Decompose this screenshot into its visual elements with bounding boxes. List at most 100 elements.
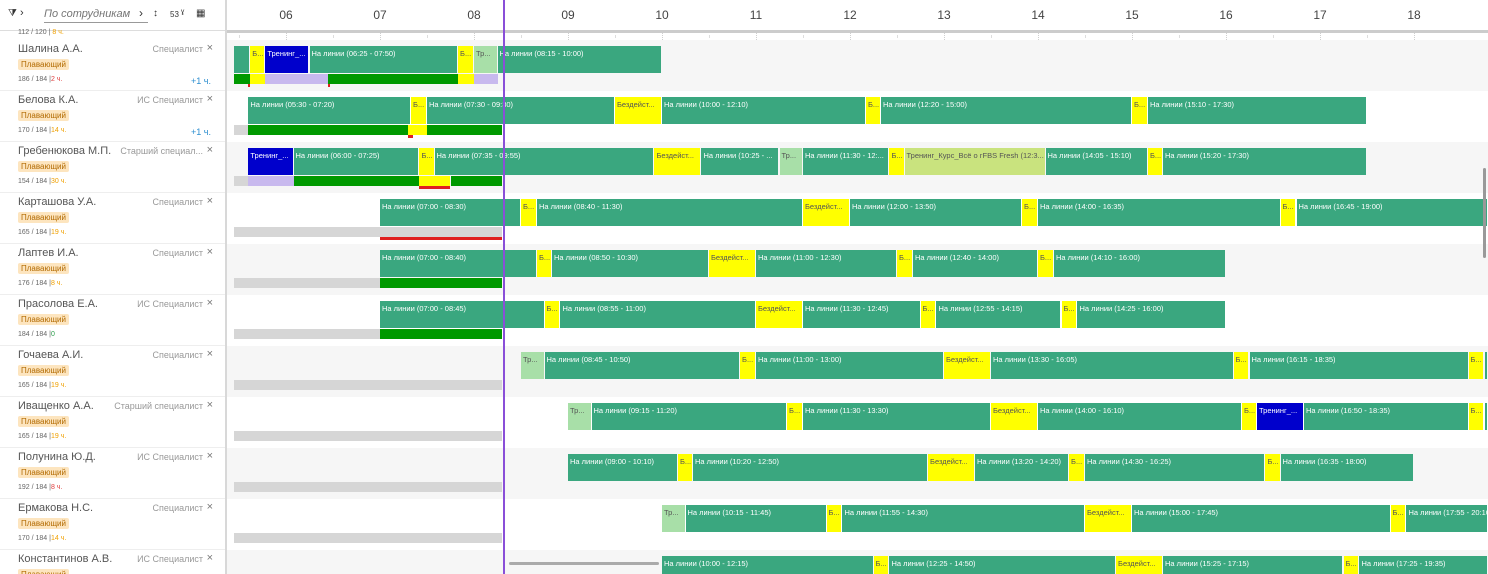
schedule-segment[interactable]: На линии (05:30 - 07:20) xyxy=(248,97,410,124)
schedule-segment[interactable]: Тр... xyxy=(474,46,497,73)
horizontal-scrollbar[interactable] xyxy=(509,562,659,565)
schedule-segment[interactable]: На линии (14:00 - 16:35) xyxy=(1038,199,1280,226)
schedule-segment[interactable]: На линии (08:40 - 11:30) xyxy=(536,199,802,226)
schedule-segment[interactable]: На линии (08:55 - 11:00) xyxy=(560,301,755,328)
employee-card[interactable]: Лаптев И.А. Специалист × Плавающий 176 / 184… xyxy=(0,244,225,295)
schedule-segment[interactable]: Б... xyxy=(458,46,473,73)
schedule-segment[interactable]: Б... xyxy=(1147,148,1162,175)
employee-card[interactable]: Прасолова Е.А. ИС Специалист × Плавающий 184… xyxy=(0,295,225,346)
employee-card[interactable]: Иващенко А.А. Старший специалист × Плавающи… xyxy=(0,397,225,448)
remove-icon[interactable]: × xyxy=(207,297,213,309)
schedule-segment[interactable]: Б... xyxy=(677,454,692,481)
schedule-segment[interactable]: На линии (11:00 - 12:30) xyxy=(756,250,896,277)
remove-icon[interactable]: × xyxy=(207,399,213,411)
schedule-segment[interactable]: Бездейст... xyxy=(803,199,849,226)
filter-icon[interactable]: ⧩ xyxy=(8,8,17,19)
remove-icon[interactable]: × xyxy=(207,246,213,258)
schedule-segment[interactable]: Б... xyxy=(1022,199,1037,226)
schedule-segment[interactable]: Б... xyxy=(419,148,434,175)
schedule-segment[interactable]: Тренинг_... xyxy=(265,46,309,73)
schedule-segment[interactable]: Б... xyxy=(1061,301,1077,328)
employee-card[interactable]: Гочаева А.И. Специалист × Плавающий 165 / 18… xyxy=(0,346,225,397)
calendar-icon[interactable]: ▦ xyxy=(196,8,205,19)
remove-icon[interactable]: × xyxy=(207,144,213,156)
remove-icon[interactable]: × xyxy=(207,552,213,564)
employee-card[interactable]: Гребенюкова М.П. Старший специал... × Плава… xyxy=(0,142,225,193)
schedule-segment[interactable]: Б... xyxy=(1280,199,1296,226)
schedule-segment[interactable]: Бездейст... xyxy=(1116,556,1163,574)
schedule-segment[interactable]: Б... xyxy=(411,97,426,124)
schedule-segment[interactable]: На линии (08:50 - 10:30) xyxy=(552,250,708,277)
schedule-segment[interactable]: На линии (13:30 - 16:05) xyxy=(991,352,1233,379)
schedule-segment[interactable]: Б... xyxy=(521,199,536,226)
schedule-segment[interactable]: Тренинг_Курс_Всё о гFBS Fresh (12:3... xyxy=(904,148,1045,175)
schedule-segment[interactable]: На линии (09:15 - 11:20) xyxy=(591,403,787,430)
schedule-segment[interactable]: На линии (11:55 - 14:30) xyxy=(842,505,1084,532)
sort-icon[interactable]: ↕ xyxy=(153,8,158,19)
schedule-segment[interactable]: Б... xyxy=(889,148,904,175)
schedule-segment[interactable]: На линии (15:00 - 17:45) xyxy=(1132,505,1390,532)
schedule-segment[interactable]: Б... xyxy=(1265,454,1280,481)
employee-card[interactable]: Ермакова Н.С. Специалист × Плавающий 170 / 1… xyxy=(0,499,225,550)
search-input[interactable] xyxy=(44,6,148,23)
schedule-segment[interactable]: Тренинг_... xyxy=(1257,403,1304,430)
schedule-segment[interactable]: На линии (11:00 - 13:00) xyxy=(756,352,943,379)
schedule-segment[interactable]: На линии (14:30 - 16:25) xyxy=(1085,454,1265,481)
schedule-segment[interactable]: На линии (10:15 - 11:45) xyxy=(685,505,826,532)
employee-card[interactable]: Шалина А.А. Специалист × Плавающий 186 / 184… xyxy=(0,40,225,91)
employee-card[interactable]: Карташова У.А. Специалист × Плавающий 165 / … xyxy=(0,193,225,244)
schedule-segment[interactable]: На линии (17:25 - 19:35) xyxy=(1359,556,1487,574)
schedule-segment[interactable]: На линии (12:20 - 15:00) xyxy=(881,97,1131,124)
schedule-segment[interactable]: На линии (07:00 - 08:40) xyxy=(380,250,536,277)
schedule-segment[interactable]: На линии (07:30 - 09:30) xyxy=(427,97,614,124)
schedule-segment[interactable]: Б... xyxy=(1038,250,1053,277)
vertical-scrollbar[interactable] xyxy=(1483,168,1486,258)
schedule-segment[interactable]: Бездейст... xyxy=(709,250,755,277)
schedule-segment[interactable]: На линии (15:10 - 17:30) xyxy=(1147,97,1366,124)
schedule-segment[interactable]: На линии (07:00 - 08:45) xyxy=(380,301,544,328)
schedule-segment[interactable] xyxy=(1484,403,1487,430)
schedule-segment[interactable]: Б... xyxy=(536,250,551,277)
schedule-segment[interactable]: На линии (08:45 - 10:50) xyxy=(544,352,740,379)
schedule-segment[interactable]: На линии (10:00 - 12:10) xyxy=(662,97,865,124)
schedule-segment[interactable]: Б... xyxy=(787,403,802,430)
schedule-segment[interactable]: Б... xyxy=(740,352,755,379)
employee-card[interactable]: Полунина Ю.Д. ИС Специалист × Плавающий 192 … xyxy=(0,448,225,499)
remove-icon[interactable]: × xyxy=(207,501,213,513)
schedule-segment[interactable]: Б... xyxy=(897,250,912,277)
schedule-segment[interactable]: Бездейст... xyxy=(654,148,701,175)
schedule-segment[interactable]: Б... xyxy=(873,556,889,574)
employee-card[interactable]: Белова К.А. ИС Специалист × Плавающий 170 / … xyxy=(0,91,225,142)
schedule-segment[interactable]: Б... xyxy=(1390,505,1406,532)
schedule-segment[interactable]: Б... xyxy=(1343,556,1359,574)
schedule-segment[interactable]: На линии (12:25 - 14:50) xyxy=(889,556,1115,574)
schedule-segment[interactable]: На линии (07:35 - 09:55) xyxy=(434,148,654,175)
schedule-segment[interactable]: На линии (10:20 - 12:50) xyxy=(693,454,928,481)
schedule-segment[interactable]: Бездейст... xyxy=(928,454,975,481)
schedule-segment[interactable]: На линии (17:55 - 20:10) xyxy=(1406,505,1487,532)
schedule-segment[interactable]: На линии (12:00 - 13:50) xyxy=(850,199,1022,226)
schedule-segment[interactable]: Бездейст... xyxy=(756,301,802,328)
schedule-segment[interactable]: Тр... xyxy=(521,352,544,379)
schedule-segment[interactable]: На линии (16:50 - 18:35) xyxy=(1304,403,1468,430)
schedule-segment[interactable]: Тренинг_... xyxy=(248,148,293,175)
schedule-segment[interactable]: На линии (08:15 - 10:00) xyxy=(497,46,661,73)
schedule-segment[interactable]: На линии (11:30 - 12:... xyxy=(803,148,889,175)
schedule-segment[interactable]: На линии (14:25 - 16:00) xyxy=(1077,301,1225,328)
schedule-segment[interactable]: На линии (16:35 - 18:00) xyxy=(1280,454,1413,481)
schedule-segment[interactable]: Бездейст... xyxy=(615,97,661,124)
schedule-segment[interactable]: Бездейст... xyxy=(944,352,990,379)
schedule-segment[interactable]: Бездейст... xyxy=(1085,505,1131,532)
schedule-segment[interactable]: На линии (10:25 - ... xyxy=(701,148,779,175)
filter-clear-icon[interactable]: ˠ xyxy=(181,8,184,19)
schedule-segment[interactable]: Б... xyxy=(1069,454,1084,481)
schedule-segment[interactable]: Б... xyxy=(1241,403,1256,430)
schedule-segment[interactable]: Б... xyxy=(1132,97,1147,124)
schedule-segment[interactable] xyxy=(234,46,250,73)
schedule-segment[interactable]: На линии (11:30 - 12:45) xyxy=(803,301,920,328)
employee-card[interactable]: Константинов А.В. ИС Специалист × Плавающий xyxy=(0,550,225,574)
remove-icon[interactable]: × xyxy=(207,348,213,360)
remove-icon[interactable]: × xyxy=(207,93,213,105)
schedule-segment[interactable]: Бездейст... xyxy=(991,403,1037,430)
schedule-segment[interactable]: На линии (14:10 - 16:00) xyxy=(1053,250,1225,277)
